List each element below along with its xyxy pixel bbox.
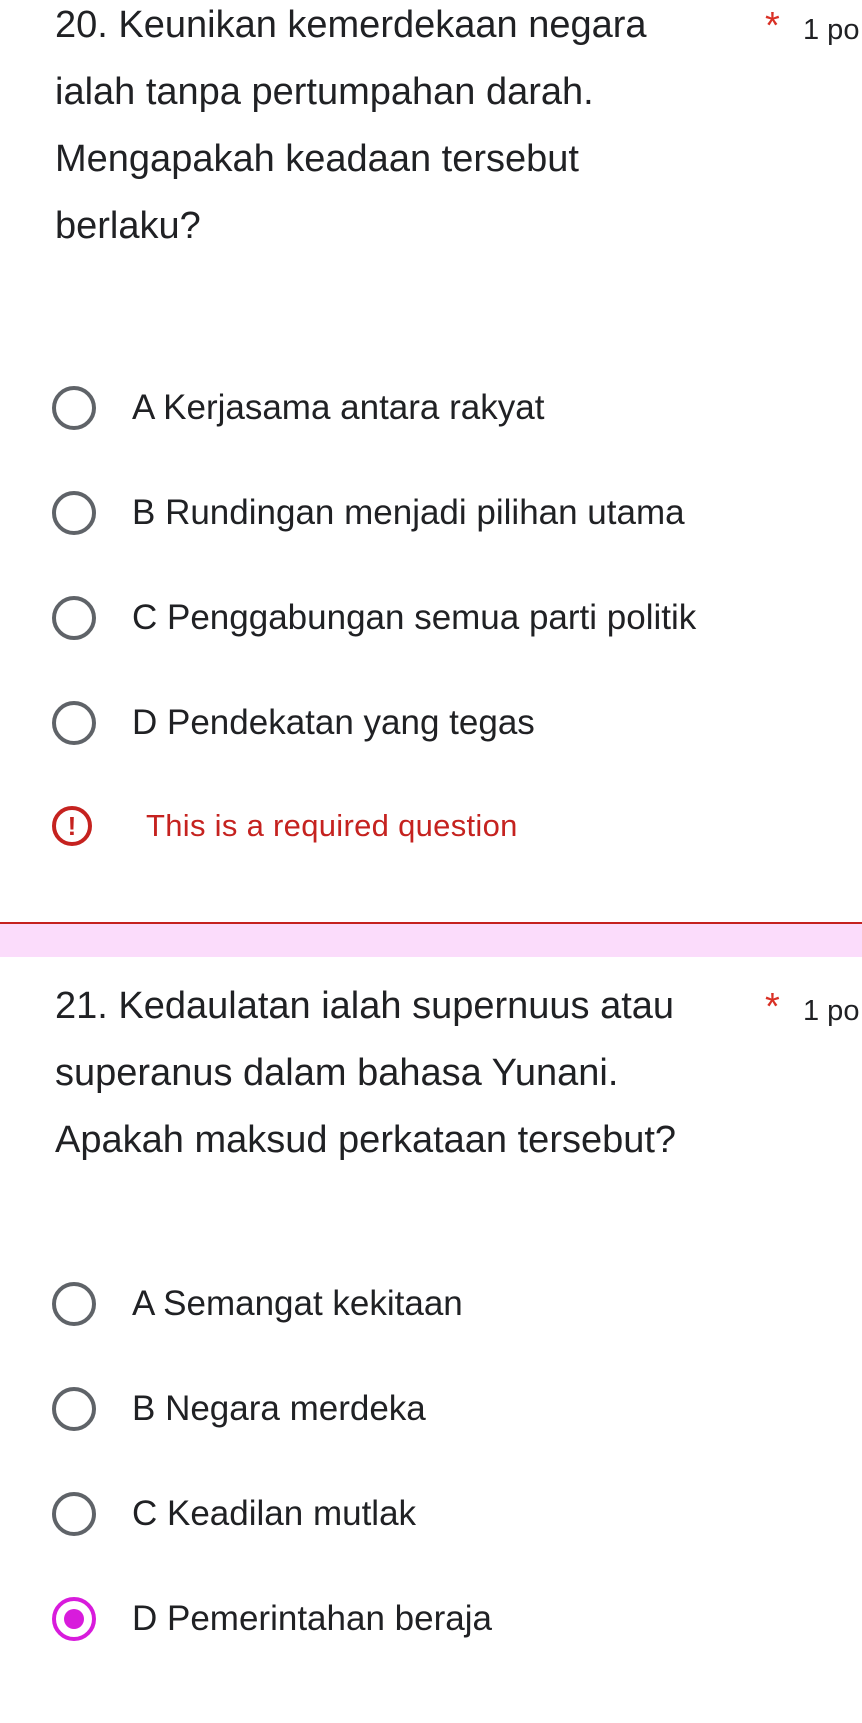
question-card-20: 20. Keunikan kemerdekaan negara ialah ta… — [0, 0, 862, 924]
option-a[interactable]: A Kerjasama antara rakyat — [52, 378, 852, 438]
required-asterisk: * — [765, 986, 780, 1028]
option-label: A Semangat kekitaan — [132, 1284, 463, 1323]
radio-button[interactable] — [52, 1282, 96, 1326]
option-label: B Negara merdeka — [132, 1389, 426, 1428]
option-d[interactable]: D Pemerintahan beraja — [52, 1589, 852, 1649]
option-label: D Pemerintahan beraja — [132, 1599, 492, 1638]
radio-button[interactable] — [52, 386, 96, 430]
option-label: D Pendekatan yang tegas — [132, 703, 535, 742]
radio-button-selected[interactable] — [52, 1597, 96, 1641]
radio-button[interactable] — [52, 701, 96, 745]
radio-button[interactable] — [52, 1492, 96, 1536]
question-title: 21. Kedaulatan ialah supernuus atau supe… — [55, 985, 677, 1161]
option-label: A Kerjasama antara rakyat — [132, 388, 545, 427]
option-label: B Rundingan menjadi pilihan utama — [132, 493, 685, 532]
radio-button[interactable] — [52, 1387, 96, 1431]
error-message: This is a required question — [146, 808, 518, 843]
option-a[interactable]: A Semangat kekitaan — [52, 1274, 852, 1334]
option-b[interactable]: B Negara merdeka — [52, 1379, 852, 1439]
error-icon: ! — [52, 806, 92, 846]
question-title: 20. Keunikan kemerdekaan negara ialah ta… — [55, 4, 647, 247]
required-error: ! This is a required question — [52, 800, 518, 852]
radio-button[interactable] — [52, 596, 96, 640]
question-card-21: 21. Kedaulatan ialah supernuus atau supe… — [0, 957, 862, 1723]
option-label: C Penggabungan semua parti politik — [132, 598, 697, 637]
option-label: C Keadilan mutlak — [132, 1494, 417, 1533]
required-asterisk: * — [765, 5, 780, 47]
option-b[interactable]: B Rundingan menjadi pilihan utama — [52, 483, 852, 543]
section-divider — [0, 924, 862, 958]
points-label: 1 po — [803, 14, 860, 46]
option-d[interactable]: D Pendekatan yang tegas — [52, 693, 852, 753]
option-c[interactable]: C Penggabungan semua parti politik — [52, 588, 852, 648]
points-label: 1 po — [803, 995, 860, 1027]
radio-button[interactable] — [52, 491, 96, 535]
option-c[interactable]: C Keadilan mutlak — [52, 1484, 852, 1544]
